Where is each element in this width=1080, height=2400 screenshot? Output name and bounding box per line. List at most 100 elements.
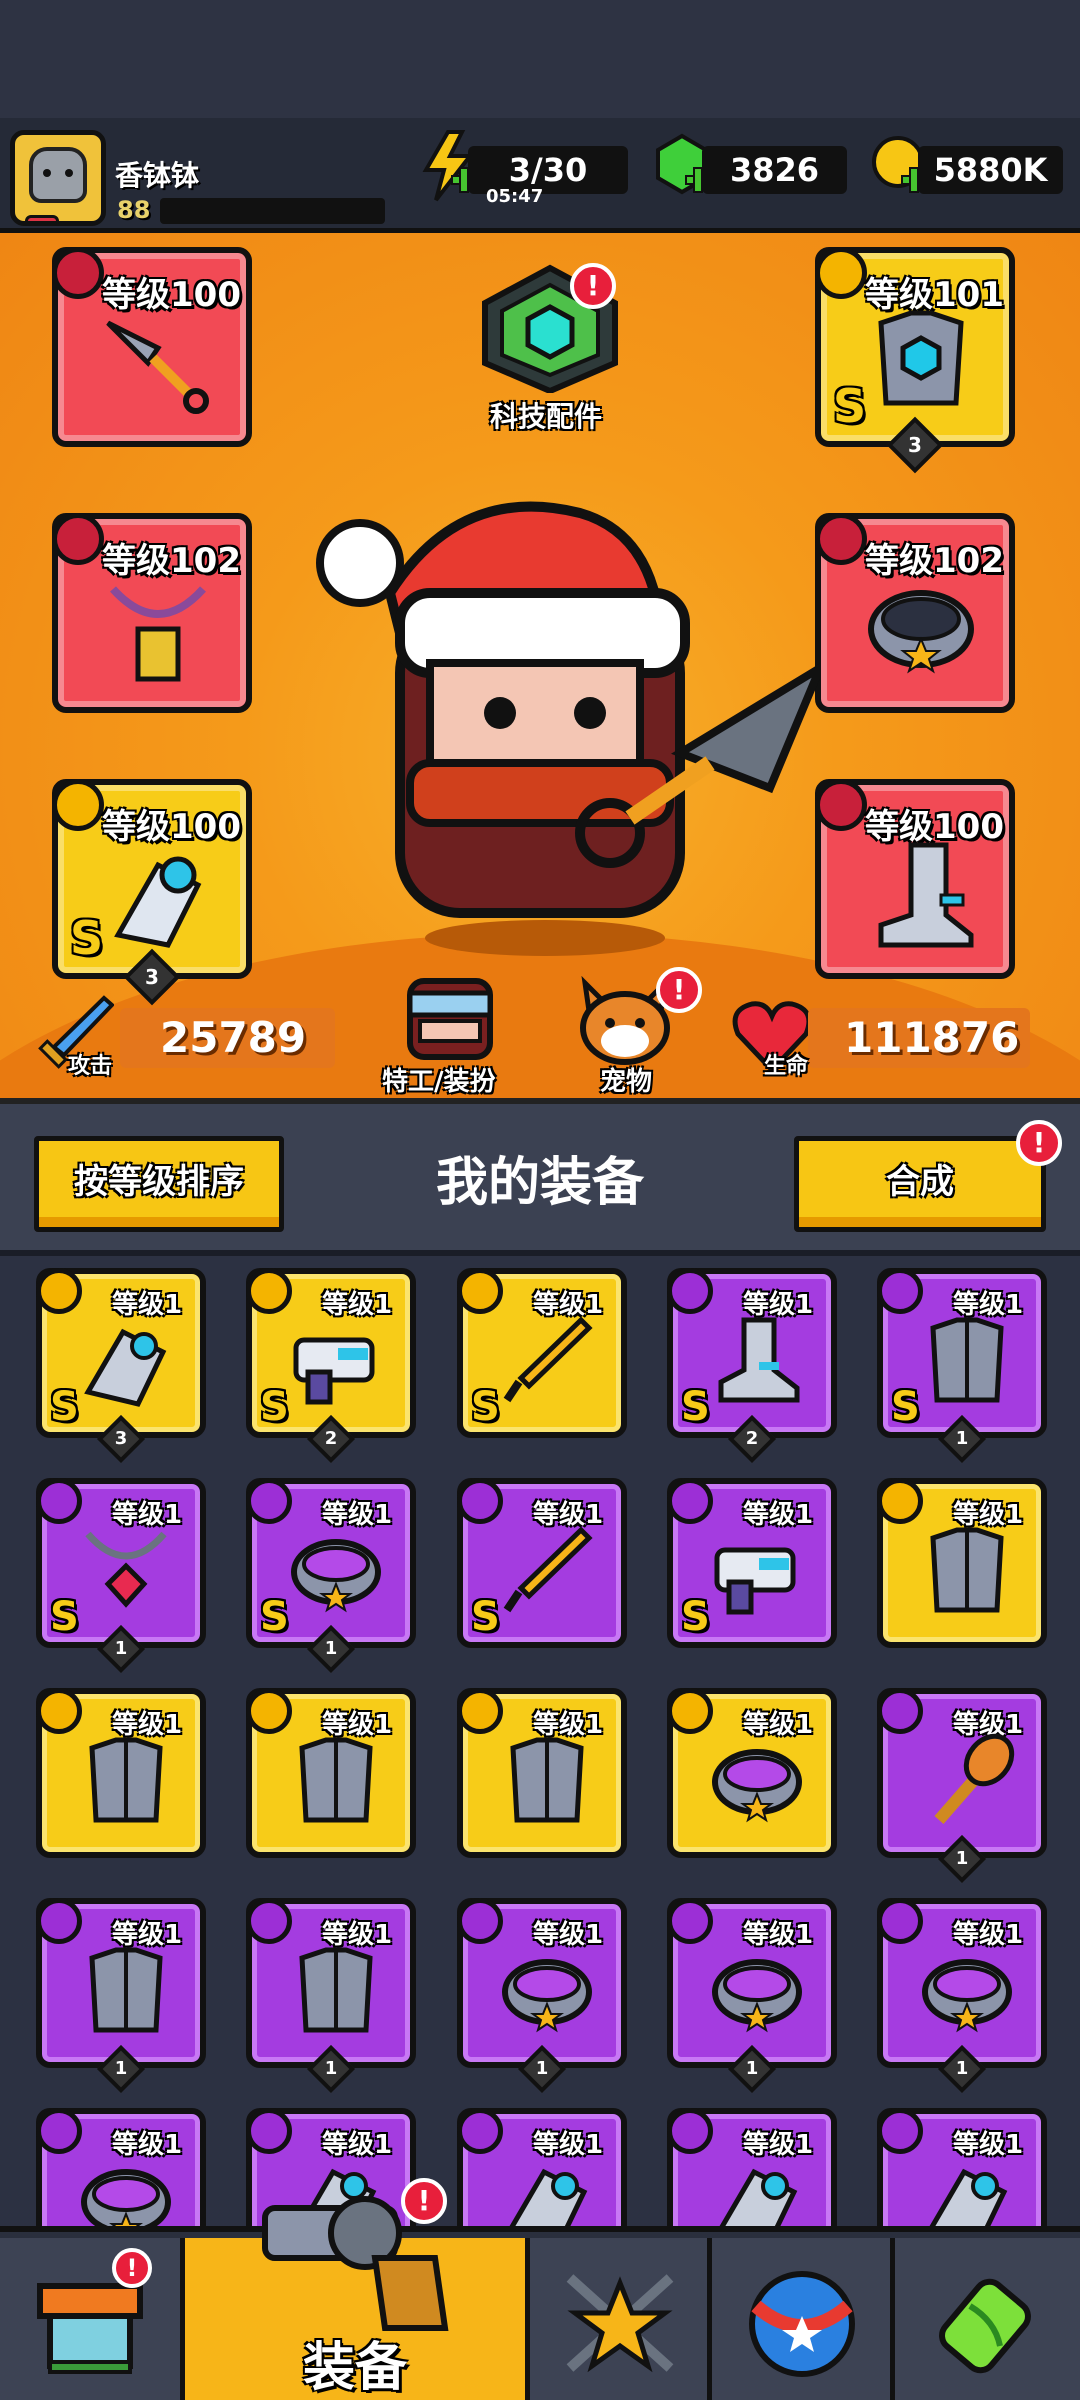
item-type-badge [457,1688,503,1734]
shop-alert-badge: ! [112,2248,152,2288]
agent-outfit-button[interactable]: 特工/装扮 [370,973,530,1098]
tech-parts-alert-badge: ! [570,263,616,309]
item-count-badge: 1 [937,1414,987,1464]
slot-boots[interactable]: 等级100 [815,779,1015,979]
sword-icon [503,1526,593,1613]
item-count-badge: 1 [937,1834,987,1884]
tab-ball[interactable] [712,2238,895,2400]
inventory-item[interactable]: 等级1 S [457,1478,627,1648]
inventory-item[interactable]: 等级1 S [667,1478,837,1648]
tab-heroes[interactable] [530,2238,712,2400]
tech-parts-label: 科技配件 [490,400,603,433]
belt-icon [502,1959,592,2033]
item-type-badge [877,1268,923,1314]
gem-count: 3826 [702,146,847,194]
inventory-item[interactable]: 等级1 S 1 [877,1268,1047,1464]
item-count-badge: 1 [96,2044,146,2094]
hp-label: 生命 [764,1054,809,1079]
item-type-badge [36,1268,82,1314]
item-rank: S [471,1594,500,1640]
item-type-badge [667,1268,713,1314]
inventory-item[interactable]: 等级1 [877,2108,1047,2226]
slot-gloves[interactable]: 等级100 S 3 [52,779,252,1006]
item-type-badge [877,1478,923,1524]
item-type-badge [36,1688,82,1734]
item-count-badge: 1 [306,2044,356,2094]
inventory-item[interactable]: 等级1 1 [667,1898,837,2094]
slot-belt[interactable]: 等级102 [815,513,1015,713]
player-avatar[interactable]: 55 [10,130,106,226]
item-type-badge [877,1688,923,1734]
armor-icon [510,1737,584,1823]
item-rank: S [681,1594,710,1640]
inventory-item[interactable]: 等级1 [246,1688,416,1858]
necklace-icon [110,586,206,682]
bottom-nav: ! ! 装备 [0,2178,1080,2400]
agent-head-icon [407,978,493,1060]
inventory-item[interactable]: 等级1 [36,1688,206,1858]
star-ball-icon [749,2271,855,2377]
item-count-badge: 2 [727,1414,777,1464]
tab-lab[interactable] [895,2238,1080,2400]
item-count-badge: 1 [937,2044,987,2094]
tab-shop[interactable]: ! [0,2238,185,2400]
item-type-badge [667,2108,713,2154]
inventory-item[interactable]: 等级1 1 [457,1898,627,2094]
slot-weapon[interactable]: 等级100 [52,247,252,447]
item-type-badge [457,1478,503,1524]
belt-icon [922,1959,1012,2033]
inventory-item[interactable]: 等级1 [36,2108,206,2226]
inventory-item[interactable]: 等级1 [667,1688,837,1858]
gauntlet-icon [84,1328,167,1407]
inventory-item[interactable]: 等级1 S 1 [36,1478,206,1674]
inventory-item[interactable]: 等级1 [877,1478,1047,1648]
agent-outfit-label: 特工/装扮 [382,1067,496,1097]
inventory-item[interactable]: 等级1 1 [36,1898,206,2094]
belt-icon [712,1959,802,2033]
gauntlet-icon [509,2168,588,2226]
item-type-badge [457,1898,503,1944]
inventory-item[interactable]: 等级1 [457,2108,627,2226]
item-type-badge [877,1898,923,1944]
inventory-item[interactable]: 等级1 S 2 [246,1268,416,1464]
item-rank: S [50,1384,79,1430]
kunai-icon [106,320,209,414]
item-type-badge [246,1268,292,1314]
inventory-item[interactable]: 等级1 1 [877,1688,1047,1884]
inventory-header: 按等级排序 我的装备 合成 ! [0,1098,1080,1256]
belt-slot-icon [815,513,867,565]
tab-equipment-label: 装备 [302,2338,407,2398]
weapon-slot-icon [52,247,104,299]
tech-parts-button[interactable]: 科技配件 ! [470,263,630,433]
hammer-icon [934,1733,1015,1824]
item-type-badge [246,2108,292,2154]
inventory-item[interactable]: 等级1 [667,2108,837,2226]
tab-equipment[interactable]: ! 装备 [185,2178,530,2400]
dna-capsule-icon [939,2278,1031,2374]
slot-armor[interactable]: 等级101 S 3 [815,247,1015,474]
inventory-item[interactable]: 等级1 S 2 [667,1268,837,1464]
boot-icon [718,1317,800,1403]
pet-button[interactable]: 宠物 ! [570,967,702,1098]
item-rank: S [681,1384,710,1430]
inventory-item[interactable]: 等级1 S 3 [36,1268,206,1464]
player-level-badge: 55 [25,215,60,221]
inventory-item[interactable]: 等级1 1 [246,1898,416,2094]
inventory-item[interactable]: 等级1 S 1 [246,1478,416,1674]
armor-icon [299,1737,373,1823]
necklace-icon [85,1531,167,1608]
inventory-item[interactable]: 等级1 S [457,1268,627,1438]
slot-rank: S [70,911,104,965]
slot-rank: S [833,379,867,433]
item-count-badge: 1 [306,1624,356,1674]
merge-button[interactable]: 合成 [794,1136,1046,1232]
item-type-badge [667,1688,713,1734]
character-panel: 等级100 等级102 等级100 S 3 等级101 S 3 等级102 等级… [0,233,1080,1533]
slot-necklace[interactable]: 等级102 [52,513,252,713]
item-type-badge [667,1898,713,1944]
item-type-badge [36,2108,82,2154]
armor-icon [89,1947,163,2033]
equipment-alert-badge: ! [401,2178,447,2224]
inventory-item[interactable]: 等级1 1 [877,1898,1047,2094]
inventory-item[interactable]: 等级1 [457,1688,627,1858]
